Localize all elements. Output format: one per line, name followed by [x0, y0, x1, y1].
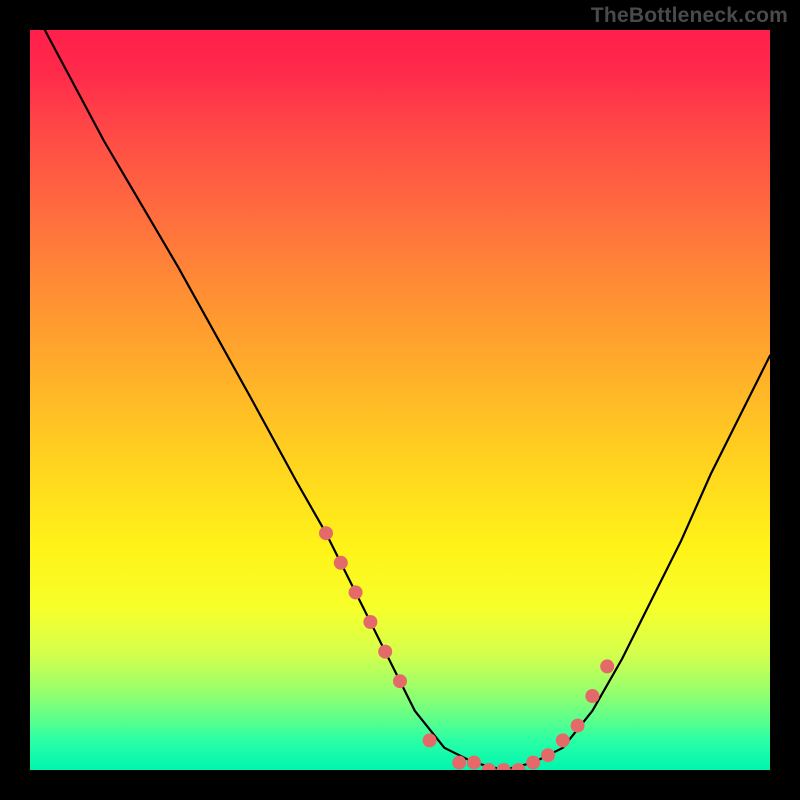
highlight-marker: [467, 756, 481, 770]
highlight-marker: [334, 556, 348, 570]
highlight-marker: [541, 748, 555, 762]
highlight-marker: [378, 645, 392, 659]
highlight-marker: [497, 763, 511, 770]
highlight-marker: [556, 733, 570, 747]
plot-area: [30, 30, 770, 770]
watermark-text: TheBottleneck.com: [591, 4, 788, 28]
highlight-marker: [423, 733, 437, 747]
curve-layer: [30, 30, 770, 770]
highlight-marker: [363, 615, 377, 629]
highlight-marker: [452, 756, 466, 770]
bottleneck-curve-path: [45, 30, 770, 770]
highlight-markers: [319, 526, 614, 770]
chart-stage: TheBottleneck.com: [0, 0, 800, 800]
highlight-marker: [526, 756, 540, 770]
highlight-marker: [393, 674, 407, 688]
highlight-marker: [349, 585, 363, 599]
highlight-marker: [585, 689, 599, 703]
highlight-marker: [571, 719, 585, 733]
highlight-marker: [600, 659, 614, 673]
highlight-marker: [319, 526, 333, 540]
